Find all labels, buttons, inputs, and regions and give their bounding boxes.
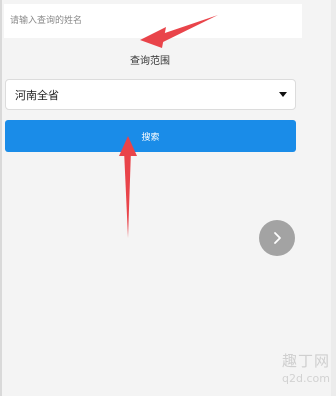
region-select[interactable]: 河南全省 (5, 79, 296, 110)
search-button[interactable]: 搜索 (5, 120, 296, 152)
watermark-text: 趣丁网 (281, 352, 330, 370)
next-page-button[interactable] (259, 220, 295, 256)
right-frame-edge (331, 0, 336, 396)
chevron-right-icon (274, 232, 281, 244)
watermark: 趣丁网 q2d.com (270, 350, 332, 394)
scope-title: 查询范围 (130, 56, 170, 67)
region-select-value: 河南全省 (15, 88, 59, 102)
caret-down-icon (279, 92, 287, 97)
watermark-url: q2d.com (282, 372, 330, 385)
name-search-input[interactable] (4, 4, 302, 38)
